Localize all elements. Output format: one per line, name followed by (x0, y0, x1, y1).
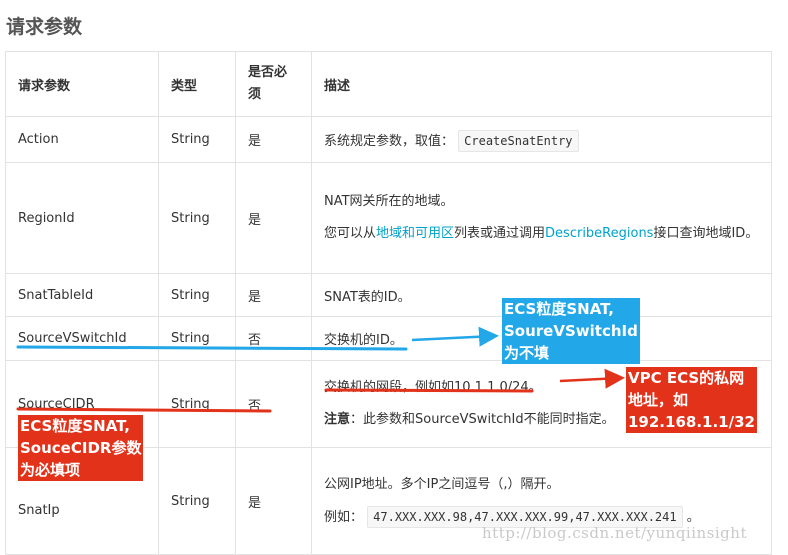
param-required: 是 (235, 447, 312, 555)
param-type: String (158, 360, 236, 448)
param-name: Action (5, 116, 159, 163)
description-text: 系统规定参数，取值： (324, 134, 455, 149)
param-required: 是 (235, 116, 312, 163)
note-text: ：此参数和SourceVSwitchId不能同时指定。 (350, 412, 615, 427)
param-type: String (158, 162, 236, 274)
page-title: 请求参数 (6, 16, 83, 38)
example-label: 例如： (324, 509, 364, 525)
param-name: SourceVSwitchId (5, 316, 159, 361)
description-text: 您可以从 (324, 226, 377, 241)
annotation-red-note-left: ECS粒度SNAT, SouceCIDR参数 为必填项 (18, 415, 144, 481)
example-suffix: 。 (686, 509, 700, 525)
description-line: 公网IP地址。多个IP之间逗号（,）隔开。 (324, 476, 560, 492)
watermark: http://blog.csdn.net/yunqiinsight (482, 524, 747, 542)
param-required: 否 (235, 316, 312, 361)
code-value: CreateSnatEntry (458, 130, 579, 152)
table-row: SourceVSwitchId String 否 交换机的ID。 (5, 316, 772, 361)
table-row: RegionId String 是 NAT网关所在的地域。 您可以从地域和可用区… (5, 162, 772, 274)
description-line: NAT网关所在的地域。 (324, 194, 454, 209)
param-required: 是 (235, 273, 312, 317)
describe-regions-link[interactable]: DescribeRegions (545, 226, 653, 241)
param-name: RegionId (5, 162, 159, 274)
header-type: 类型 (158, 51, 236, 117)
annotation-red-note-right: VPC ECS的私网 地址，如 192.168.1.1/32 (626, 367, 757, 433)
param-required: 是 (235, 162, 312, 274)
description-text: 接口查询地域ID。 (653, 226, 759, 241)
description-line: 您可以从地域和可用区列表或通过调用DescribeRegions接口查询地域ID… (324, 222, 759, 246)
param-description: 系统规定参数，取值： CreateSnatEntry (311, 116, 772, 163)
header-required: 是否必须 (235, 51, 312, 117)
table-row: SnatTableId String 是 SNAT表的ID。 (5, 273, 772, 317)
param-description: NAT网关所在的地域。 您可以从地域和可用区列表或通过调用DescribeReg… (311, 162, 772, 274)
table-row: Action String 是 系统规定参数，取值： CreateSnatEnt… (5, 116, 772, 163)
region-zone-link[interactable]: 地域和可用区 (376, 226, 454, 241)
description-text: 列表或通过调用 (454, 226, 546, 241)
annotation-blue-note: ECS粒度SNAT, SoureVSwitchId 为不填 (502, 298, 640, 364)
param-type: String (158, 316, 236, 361)
param-name: SnatTableId (5, 273, 159, 317)
note-label: 注意 (324, 412, 351, 427)
param-type: String (158, 447, 236, 555)
table-header-row: 请求参数 类型 是否必须 描述 (5, 51, 772, 117)
param-required: 否 (235, 360, 312, 448)
param-type: String (158, 273, 236, 317)
header-description: 描述 (311, 51, 772, 117)
param-type: String (158, 116, 236, 163)
header-param: 请求参数 (5, 51, 159, 117)
